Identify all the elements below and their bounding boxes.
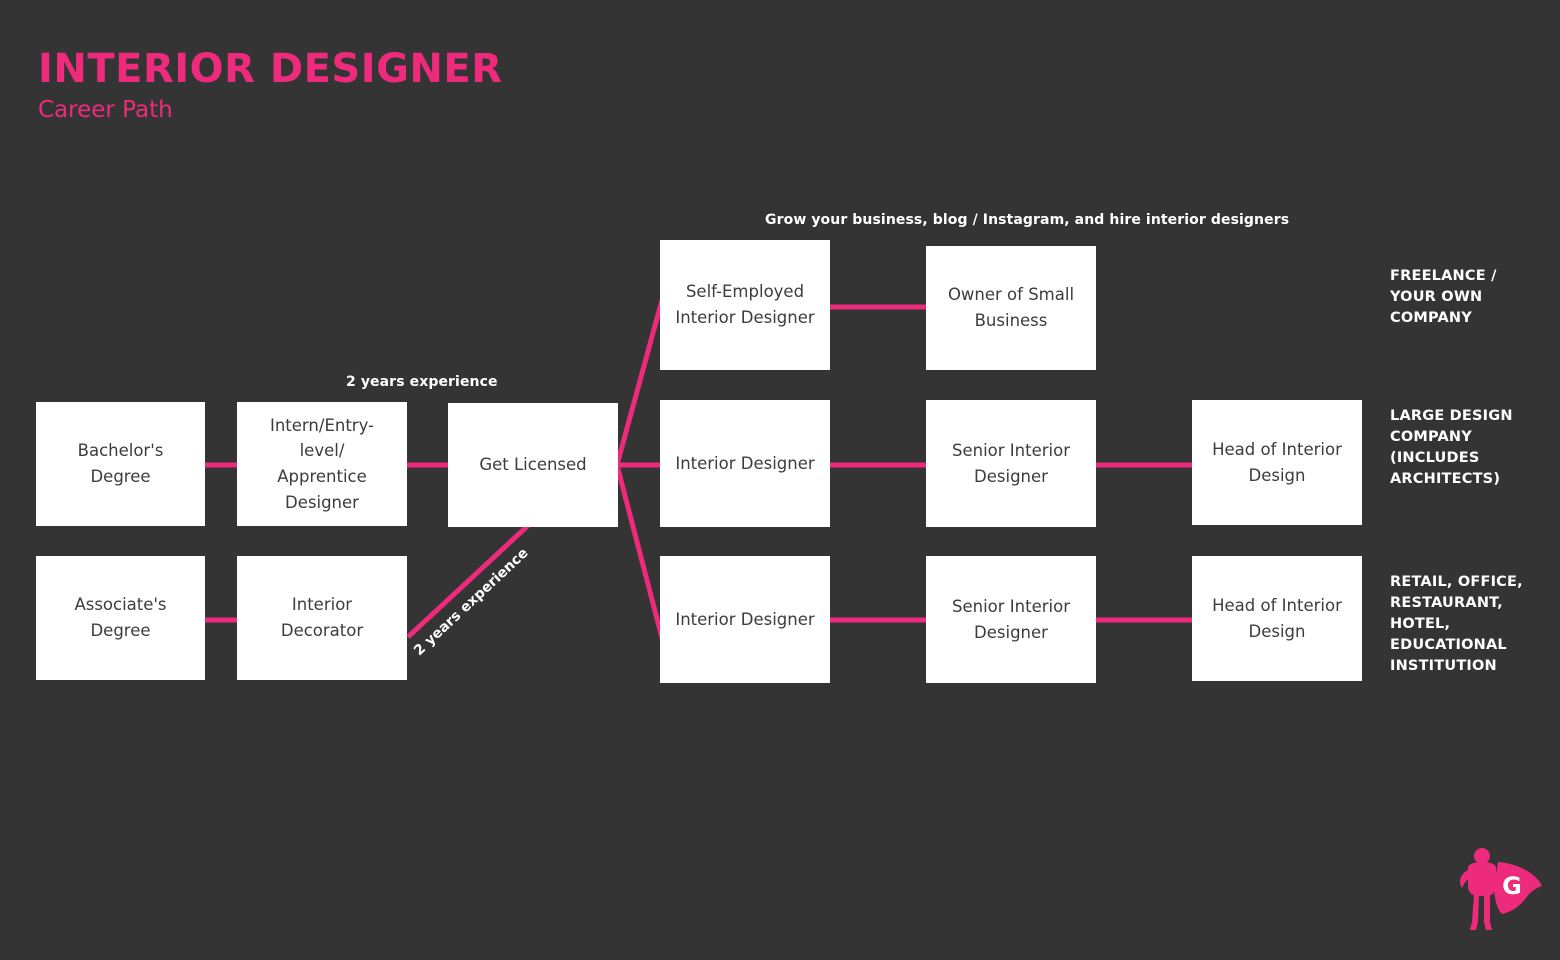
torso-shape	[1468, 862, 1496, 896]
header: INTERIOR DESIGNER Career Path	[38, 48, 738, 123]
node-self-employed-interior-designer[interactable]: Self-Employed Interior Designer	[660, 240, 830, 370]
node-head-of-interior-design-mid[interactable]: Head of Interior Design	[1192, 400, 1362, 525]
node-bachelors-degree[interactable]: Bachelor's Degree	[36, 402, 205, 526]
category-retail-office: RETAIL, OFFICE, RESTAURANT, HOTEL, EDUCA…	[1390, 574, 1523, 675]
node-interior-designer-mid[interactable]: Interior Designer	[660, 400, 830, 527]
node-label: Senior Interior Designer	[952, 596, 1070, 642]
node-label: Head of Interior Design	[1212, 595, 1342, 641]
node-label: Get Licensed	[479, 455, 587, 475]
page-title: INTERIOR DESIGNER	[38, 46, 503, 92]
node-label: Self-Employed Interior Designer	[675, 282, 815, 327]
category-large-design-company: LARGE DESIGN COMPANY (INCLUDES ARCHITECT…	[1390, 408, 1513, 488]
node-interior-decorator[interactable]: Interior Decorator	[237, 556, 407, 680]
node-senior-interior-designer-bottom[interactable]: Senior Interior Designer	[926, 556, 1096, 683]
edge-licensed-to-designer-bottom	[614, 464, 665, 639]
page-subtitle: Career Path	[38, 97, 173, 123]
superhero-logo: G	[1460, 848, 1542, 930]
leg-left-shape	[1470, 894, 1479, 930]
node-get-licensed[interactable]: Get Licensed	[448, 403, 618, 527]
leg-right-shape	[1484, 894, 1492, 930]
node-label: Head of Interior Design	[1212, 439, 1342, 485]
annotation-grow-business: Grow your business, blog / Instagram, an…	[765, 212, 1290, 228]
node-associates-degree[interactable]: Associate's Degree	[36, 556, 205, 680]
edge-decorator-to-licensed	[406, 517, 537, 639]
annotation-two-years-top: 2 years experience	[346, 374, 498, 390]
node-intern-entry-level-apprentice-designer[interactable]: Intern/Entry-level/ Apprentice Designer	[237, 402, 407, 526]
node-interior-designer-bottom[interactable]: Interior Designer	[660, 556, 830, 683]
node-senior-interior-designer-mid[interactable]: Senior Interior Designer	[926, 400, 1096, 527]
category-freelance: FREELANCE / YOUR OWN COMPANY	[1390, 268, 1497, 327]
node-label: Owner of Small Business	[947, 285, 1075, 330]
logo-letter: G	[1502, 872, 1522, 900]
node-label: Interior Designer	[675, 609, 815, 629]
career-path-diagram: INTERIOR DESIGNER Career Path Grow your …	[0, 0, 1560, 960]
head-shape	[1474, 848, 1490, 864]
node-label: Senior Interior Designer	[952, 440, 1070, 486]
node-label: Bachelor's Degree	[77, 441, 164, 486]
node-label: Interior Decorator	[280, 595, 364, 640]
edge-licensed-to-self-employed	[614, 299, 665, 466]
node-label: Intern/Entry-level/ Apprentice Designer	[269, 415, 375, 512]
node-label: Interior Designer	[675, 453, 815, 473]
node-head-of-interior-design-bottom[interactable]: Head of Interior Design	[1192, 556, 1362, 681]
annotation-two-years-diagonal: 2 years experience	[411, 545, 532, 659]
node-label: Associate's Degree	[74, 595, 167, 640]
node-owner-of-small-business[interactable]: Owner of Small Business	[926, 246, 1096, 370]
